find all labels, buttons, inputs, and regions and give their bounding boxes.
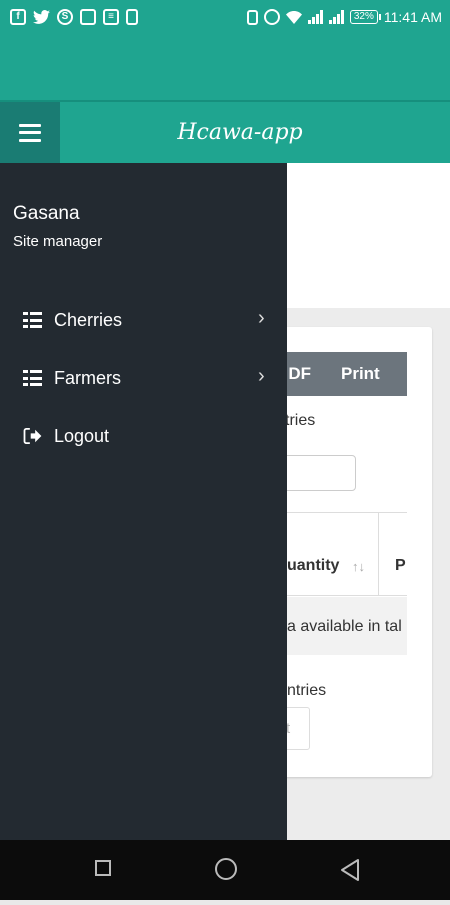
list-icon	[23, 370, 42, 386]
clock: 11:41 AM	[383, 9, 442, 25]
signal-icon-2	[328, 10, 344, 24]
vibrate-icon	[246, 9, 258, 25]
side-drawer: Gasana Site manager Cherries › Farmers ›…	[0, 163, 287, 840]
signal-icon	[307, 10, 323, 24]
export-button-group: DF Print	[275, 352, 407, 396]
menu-toggle-button[interactable]	[0, 102, 60, 163]
status-bar: f S ≡ 32% 11:41 AM	[0, 0, 450, 34]
brand-logo[interactable]: Hcawa-app	[0, 102, 450, 163]
sort-icon[interactable]: ↑↓	[352, 559, 365, 574]
facebook-icon: f	[10, 9, 26, 25]
user-name: Gasana	[13, 203, 80, 224]
column-header-next[interactable]: P	[395, 557, 406, 575]
circle-icon	[215, 858, 237, 880]
empty-table-message: a available in tal	[287, 618, 402, 635]
battery-icon: 32%	[349, 10, 381, 24]
system-navigation-bar	[0, 840, 450, 900]
home-button[interactable]	[197, 840, 257, 900]
print-button[interactable]: Print	[341, 364, 380, 384]
list-icon	[23, 312, 42, 328]
logout-icon	[23, 428, 42, 444]
news-icon: ≡	[103, 9, 119, 25]
drawer-item-label: Cherries	[54, 309, 123, 330]
recents-button[interactable]	[73, 840, 133, 900]
column-divider	[378, 512, 379, 596]
column-header-quantity[interactable]: uantity	[287, 557, 339, 575]
square-icon	[95, 860, 111, 876]
system-icons: 32% 11:41 AM	[246, 9, 450, 25]
gallery-icon	[80, 9, 96, 25]
chevron-right-icon: ›	[258, 365, 265, 387]
alarm-icon	[263, 9, 280, 25]
show-entries-label: tries	[285, 412, 316, 429]
drawer-item-label: Logout	[54, 425, 110, 446]
drawer-item-farmers[interactable]: Farmers ›	[0, 353, 287, 403]
hamburger-icon	[19, 123, 41, 142]
table-info: ntries	[287, 682, 327, 699]
drawer-item-label: Farmers	[54, 367, 121, 388]
twitter-icon	[33, 10, 50, 24]
shazam-icon: S	[57, 9, 73, 25]
sim-icon	[126, 9, 138, 25]
back-triangle-icon	[341, 859, 359, 881]
navbar: Hcawa-app	[0, 100, 450, 163]
table-header	[287, 512, 407, 596]
drawer-item-logout[interactable]: Logout	[0, 411, 287, 461]
chevron-right-icon: ›	[258, 307, 265, 329]
notification-icons: f S ≡	[0, 9, 138, 25]
back-button[interactable]	[320, 840, 380, 900]
drawer-item-cherries[interactable]: Cherries ›	[0, 295, 287, 345]
user-role: Site manager	[13, 233, 103, 250]
wifi-icon	[285, 10, 302, 24]
header-band	[0, 34, 450, 100]
